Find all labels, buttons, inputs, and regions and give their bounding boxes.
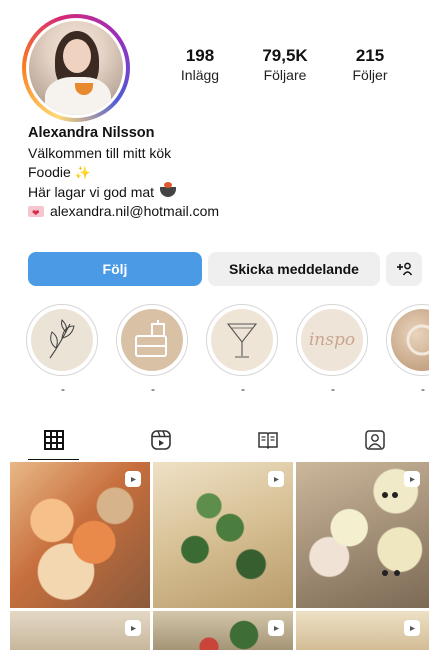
post-tile[interactable] (153, 462, 293, 608)
follow-button[interactable]: Följ (28, 252, 202, 286)
avatar (29, 21, 123, 115)
highlight-cover (121, 309, 183, 371)
candy-eye (382, 570, 388, 576)
story-highlights: - - - inspo - - (22, 304, 429, 396)
highlight-item[interactable]: - (386, 304, 429, 396)
bio-email-line: alexandra.nil@hotmail.com (28, 202, 408, 224)
followers-count: 79,5K (262, 46, 308, 65)
following-label: Följer (352, 67, 388, 83)
bio-line-3: Här lagar vi god mat (28, 182, 408, 203)
following-count: 215 (355, 46, 385, 65)
sparkles-icon: ✨ (74, 165, 91, 180)
highlight-label: - (331, 382, 335, 396)
stat-followers[interactable]: 79,5K Följare (245, 46, 325, 84)
followers-label: Följare (263, 67, 307, 83)
profile-stats: 198 Inlägg 79,5K Följare 215 Följer (160, 46, 410, 84)
bio-line-1-text: Välkommen till mitt kök (28, 144, 172, 161)
tagged-icon (365, 430, 386, 450)
bio-email[interactable]: alexandra.nil@hotmail.com (50, 202, 219, 222)
add-user-icon (397, 262, 413, 276)
highlight-label: - (151, 382, 155, 396)
candy-eye (394, 570, 400, 576)
posts-label: Inlägg (180, 67, 220, 83)
stat-following[interactable]: 215 Följer (330, 46, 410, 84)
bio-line-3-text: Här lagar vi god mat (28, 183, 155, 200)
highlight-cover: inspo (301, 309, 363, 371)
posts-count: 198 (185, 46, 215, 65)
grid-icon (43, 430, 64, 450)
avatar-border (26, 18, 126, 118)
reels-icon (125, 620, 141, 636)
guides-icon (258, 432, 278, 450)
highlight-label: - (241, 382, 245, 396)
photo-icon (406, 324, 429, 356)
post-tile[interactable] (153, 611, 293, 650)
profile-tabs (0, 420, 429, 460)
highlight-ring (116, 304, 188, 376)
suggest-users-button[interactable] (386, 252, 422, 286)
reels-icon (268, 620, 284, 636)
love-letter-icon (28, 204, 44, 224)
stat-posts[interactable]: 198 Inlägg (160, 46, 240, 84)
highlight-item[interactable]: - (116, 304, 190, 396)
bio-line-1: Välkommen till mitt kök (28, 144, 408, 164)
reels-icon (268, 471, 284, 487)
profile-name: Alexandra Nilsson (28, 125, 155, 141)
bio-line-2-text: Foodie (28, 164, 71, 180)
highlight-item[interactable]: - (206, 304, 280, 396)
cocktail-glass-icon (226, 323, 258, 358)
food-plate-icon (160, 182, 177, 198)
candy-eye (382, 492, 388, 498)
bio-line-2: Foodie ✨ (28, 163, 408, 183)
profile-avatar-ring[interactable] (22, 14, 130, 122)
highlight-cover (31, 309, 93, 371)
highlight-cover (391, 309, 429, 371)
tab-reels[interactable] (107, 420, 214, 460)
tab-grid[interactable] (0, 420, 107, 460)
message-button[interactable]: Skicka meddelande (208, 252, 380, 286)
candy-eye (392, 492, 398, 498)
profile-bio: Alexandra Nilsson Välkommen till mitt kö… (28, 124, 408, 224)
profile-screen: 198 Inlägg 79,5K Följare 215 Följer Alex… (0, 0, 429, 650)
highlight-ring (26, 304, 98, 376)
inspo-text: inspo (308, 330, 356, 350)
profile-actions: Följ Skicka meddelande (28, 252, 422, 286)
reels-icon (125, 471, 141, 487)
highlight-ring: inspo (296, 304, 368, 376)
reels-icon (151, 430, 171, 450)
post-tile[interactable] (296, 611, 429, 650)
highlight-label: - (61, 382, 65, 396)
highlight-item[interactable]: inspo - (296, 304, 370, 396)
tab-guides[interactable] (215, 420, 322, 460)
posts-grid (0, 462, 429, 650)
highlight-ring (386, 304, 429, 376)
leaf-icon (49, 319, 75, 359)
avatar-face (63, 39, 91, 73)
tab-tagged[interactable] (322, 420, 429, 460)
highlight-cover (211, 309, 273, 371)
food-container-icon (135, 320, 167, 357)
reels-icon (404, 471, 420, 487)
post-tile[interactable] (10, 462, 150, 608)
post-tile[interactable] (10, 611, 150, 650)
reels-icon (404, 620, 420, 636)
highlight-ring (206, 304, 278, 376)
highlight-label: - (421, 382, 425, 396)
post-tile[interactable] (296, 462, 429, 608)
highlight-item[interactable]: - (26, 304, 100, 396)
